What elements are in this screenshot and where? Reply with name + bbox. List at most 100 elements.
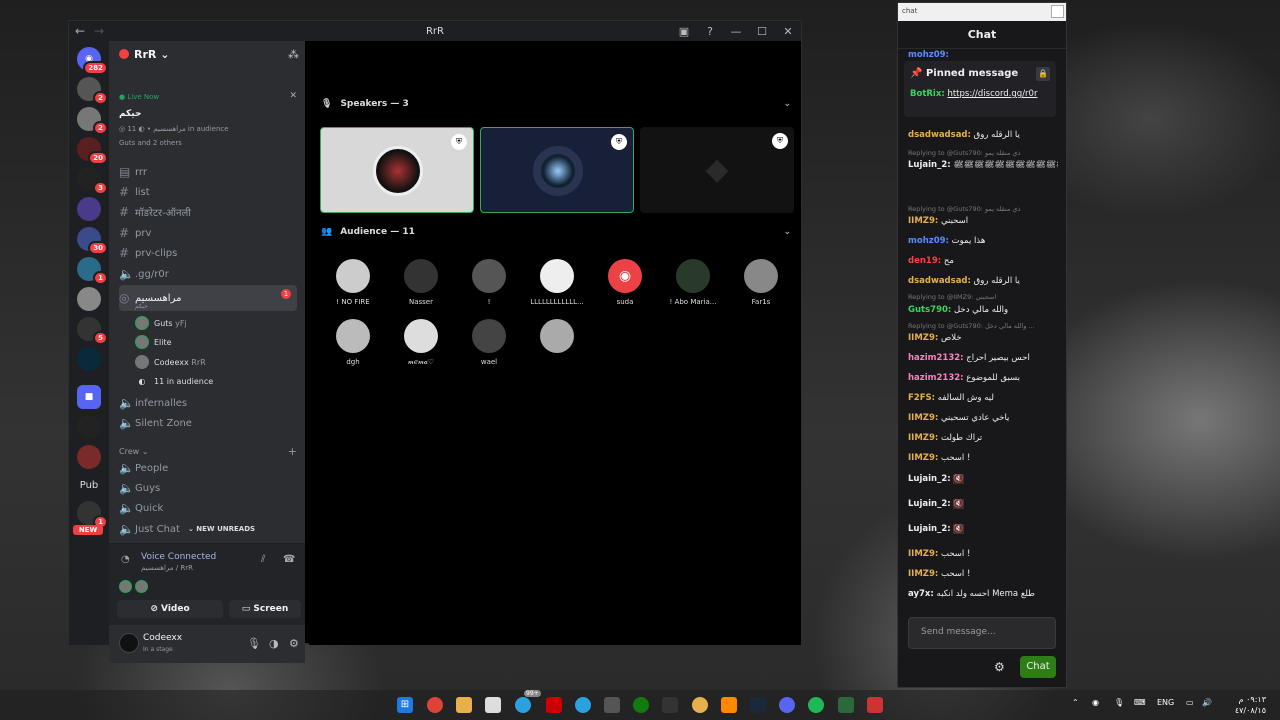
file-explorer-icon[interactable] [456, 697, 472, 713]
close-button[interactable] [1051, 5, 1064, 18]
telegram-icon[interactable] [515, 697, 531, 713]
voice-location[interactable]: مراهسسيم / RrR [141, 564, 193, 572]
stage-audience-row[interactable]: ◐ 11 in audience [135, 373, 214, 389]
keyboard-icon[interactable]: ⌨ [1134, 698, 1146, 707]
server-icon[interactable] [77, 445, 101, 469]
stage-member[interactable]: Codeexx RrR [135, 354, 206, 370]
new-unreads-pill[interactable]: ⌄ NEW UNREADS [187, 525, 256, 533]
speaker-tile[interactable]: ⛨ [480, 127, 634, 213]
app-icon[interactable] [662, 697, 678, 713]
channel-item[interactable]: 🔈 .gg/r0r [119, 265, 297, 283]
audience-member[interactable]: wael [459, 319, 519, 366]
chat-username[interactable]: Lujain_2: [908, 160, 951, 170]
invite-icon[interactable]: ⁂ [288, 48, 299, 61]
server-icon[interactable]: 30 [77, 227, 108, 255]
chat-send-button[interactable]: Chat [1020, 656, 1056, 678]
stage-member[interactable]: Guts yFj [135, 315, 187, 331]
network-icon[interactable]: ▭ [1186, 698, 1194, 707]
close-icon[interactable]: ✕ [289, 91, 297, 101]
chat-username[interactable]: IIMZ9: [908, 549, 938, 559]
channel-item[interactable]: # मॉडरेटर-ऑनली [119, 203, 297, 221]
server-icon[interactable] [77, 287, 101, 311]
server-icon[interactable]: 1 [77, 257, 108, 285]
voice-channel-item[interactable]: 🔈 Silent Zone [119, 414, 297, 432]
chat-username[interactable]: IIMZ9: [908, 433, 938, 443]
reply-reference[interactable]: Replying to @IIMZ9: اسحبني [908, 293, 1058, 301]
chat-input[interactable]: Send message... [908, 617, 1056, 649]
server-icon[interactable]: 5 [77, 317, 108, 345]
tray-icon[interactable]: ◉ [1092, 698, 1099, 707]
microphone-icon[interactable]: 🎙 [247, 637, 261, 650]
lock-icon[interactable]: 🔒 [1036, 67, 1050, 81]
voice-channel-item[interactable]: 🔈 infernalles [119, 394, 297, 412]
chrome-icon[interactable] [427, 697, 443, 713]
chevron-down-icon[interactable]: ⌄ [783, 227, 791, 237]
voice-channel-item[interactable]: 🔈 People [119, 459, 297, 477]
steam-icon[interactable] [750, 697, 766, 713]
chat-username[interactable]: IIMZ9: [908, 413, 938, 423]
help-icon[interactable]: ? [697, 25, 723, 38]
obs-icon[interactable] [604, 697, 620, 713]
server-icon[interactable]: 3 [77, 167, 108, 195]
chat-username[interactable]: dsadwadsad: [908, 130, 971, 140]
server-icon[interactable] [77, 415, 101, 439]
back-arrow-icon[interactable]: ← [69, 24, 91, 38]
server-icon[interactable]: 1 [77, 501, 108, 529]
audience-member[interactable]: dgh [323, 319, 383, 366]
app-icon[interactable] [867, 697, 883, 713]
chat-username[interactable]: IIMZ9: [908, 569, 938, 579]
audience-member[interactable]: ◉ suda [595, 259, 655, 306]
voice-channel-item[interactable]: 🔈 Just Chat ⌄ NEW UNREADS [119, 520, 297, 538]
stage-member[interactable]: Elite [135, 334, 172, 350]
language-indicator[interactable]: ENG [1157, 698, 1174, 707]
audience-member[interactable]: ! Abo Maria... [663, 259, 723, 306]
reply-reference[interactable]: Replying to @Guts790: والله مالي دخل ... [908, 322, 1058, 330]
server-icon[interactable] [77, 197, 101, 221]
telegram-icon[interactable] [575, 697, 591, 713]
server-header[interactable]: RrR ⌄ [109, 41, 305, 67]
server-icon[interactable]: 2 [77, 107, 108, 135]
xbox-icon[interactable] [633, 697, 649, 713]
settings-gear-icon[interactable]: ⚙ [994, 660, 1005, 674]
server-icon[interactable] [77, 347, 101, 371]
voice-channel-item[interactable]: 🔈 Quick [119, 499, 297, 517]
audience-member[interactable]: LLLLLLLLLLLL... [527, 259, 587, 306]
server-folder-icon[interactable]: ■ [77, 385, 101, 409]
inbox-icon[interactable]: ▣ [671, 25, 697, 38]
pinned-link[interactable]: https://discord.gg/r0r [947, 89, 1037, 99]
video-button[interactable]: ⊘ Video [117, 600, 223, 618]
add-channel-icon[interactable]: + [288, 445, 297, 458]
avatar[interactable] [119, 633, 139, 653]
chevron-down-icon[interactable]: ⌄ [783, 99, 791, 109]
chat-username[interactable]: Lujain_2: [908, 524, 951, 534]
signal-icon[interactable]: ◔ [121, 554, 130, 565]
audience-member[interactable]: ! NO FIRE [323, 259, 383, 306]
chat-username[interactable]: den19: [908, 256, 941, 266]
server-icon[interactable]: 20 [77, 137, 108, 165]
reply-reference[interactable]: Replying to @Guts790: ذي منقله يمو [908, 205, 1058, 213]
channel-item[interactable]: # prv [119, 224, 297, 242]
discord-icon[interactable] [779, 697, 795, 713]
app-icon[interactable] [838, 697, 854, 713]
maximize-button[interactable]: ☐ [749, 25, 775, 38]
audience-member[interactable]: ! [459, 259, 519, 306]
store-icon[interactable] [485, 697, 501, 713]
chat-username[interactable]: Lujain_2: [908, 499, 951, 509]
volume-icon[interactable]: 🔊 [1202, 698, 1212, 707]
clock[interactable]: ٠٩:١٣ م ٤٧/٠٨/١٥ [1235, 694, 1266, 716]
chat-username[interactable]: IIMZ9: [908, 333, 938, 343]
chat-username[interactable]: IIMZ9: [908, 453, 938, 463]
channel-item[interactable]: # list [119, 183, 297, 201]
category-crew[interactable]: Crew ⌄ + [119, 445, 297, 458]
audience-header[interactable]: 👥 Audience — 11 ⌄ [321, 227, 791, 237]
voice-channel-item[interactable]: 🔈 Guys [119, 479, 297, 497]
close-button[interactable]: ✕ [775, 25, 801, 38]
audience-member[interactable]: Nasser [391, 259, 451, 306]
disconnect-icon[interactable]: ☎ [283, 554, 295, 565]
speaker-tile[interactable]: ⛨ [320, 127, 474, 213]
microphone-icon[interactable]: 🎙 [1114, 698, 1124, 707]
discord-home-icon[interactable]: ◉ 282 [77, 47, 108, 75]
settings-gear-icon[interactable]: ⚙ [289, 637, 299, 650]
minimize-button[interactable]: — [723, 25, 749, 38]
chat-username[interactable]: Lujain_2: [908, 474, 951, 484]
